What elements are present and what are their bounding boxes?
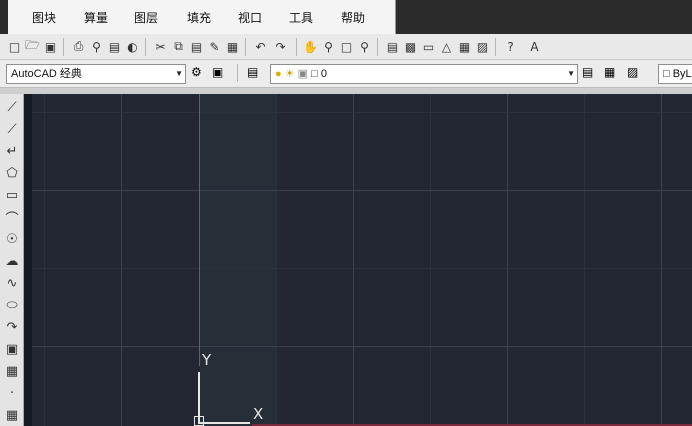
color-swatch-icon: □ — [663, 68, 670, 80]
markup-icon[interactable]: ▦ — [456, 38, 473, 55]
grid-line — [32, 346, 692, 347]
block-editor-icon[interactable]: ▦ — [224, 38, 241, 55]
ellipse-icon[interactable]: ⬭ — [3, 296, 21, 314]
properties-icon[interactable]: ▤ — [384, 38, 401, 55]
color-swatch-icon: □ — [311, 68, 318, 80]
pan-icon[interactable]: ✋ — [302, 38, 319, 55]
calculator-icon[interactable]: ▨ — [474, 38, 491, 55]
sun-icon: ☀ — [284, 68, 295, 80]
design-center-icon[interactable]: ▩ — [402, 38, 419, 55]
rectangle-icon[interactable]: ▭ — [3, 186, 21, 204]
polygon-icon[interactable]: ⬠ — [3, 164, 21, 182]
grid-line — [661, 94, 662, 426]
polyline-icon[interactable]: ↵ — [3, 142, 21, 160]
layers-toolbar: AutoCAD 经典 ▼ ⚙ ▣ ▤ ● ☀ ▣ □ 0 ▼ ▤ ▦ ▨ □ B… — [0, 60, 692, 88]
new-file-icon[interactable]: □ — [6, 38, 23, 55]
help-icon[interactable]: ? — [502, 38, 519, 55]
grid-line — [584, 94, 585, 426]
chevron-down-icon: ▼ — [567, 69, 575, 78]
menu-item-tools[interactable]: 工具 — [289, 9, 313, 26]
canvas-border — [24, 94, 32, 426]
toolbar-separator — [495, 38, 496, 56]
color-value: ByL — [672, 68, 692, 80]
standard-toolbar: □ 🗁 ▣ ⎙ ⚲ ▤ ◐ ✂ ⧉ ▤ ✎ ▦ ↶ ↷ ✋ ⚲ □ ⚲ ▤ ▩ … — [0, 34, 692, 60]
menu-item-quantity[interactable]: 算量 — [84, 9, 108, 26]
workspace-save-icon[interactable]: ▣ — [212, 65, 223, 79]
draw-toolbar: ⟋ ⟋ ↵ ⬠ ▭ ⌒ ☉ ☁ ∿ ⬭ ↷ ▣ ▦ · ▦ — [0, 94, 24, 426]
toolbar-separator — [245, 38, 246, 56]
text-style-icon[interactable]: A — [526, 38, 543, 55]
copy-icon[interactable]: ⧉ — [170, 38, 187, 55]
lightbulb-icon: ● — [275, 68, 282, 80]
menu-panel: 图块 算量 图层 填充 视口 工具 帮助 — [8, 0, 396, 34]
layer-properties-icon[interactable]: ▤ — [247, 65, 258, 79]
3d-print-icon[interactable]: ◐ — [124, 38, 141, 55]
make-block-icon[interactable]: ▦ — [3, 362, 21, 380]
zoom-realtime-icon[interactable]: ⚲ — [320, 38, 337, 55]
sheet-set-icon[interactable]: △ — [438, 38, 455, 55]
menu-item-viewport[interactable]: 视口 — [238, 9, 262, 26]
tool-palettes-icon[interactable]: ▭ — [420, 38, 437, 55]
layer-name: 0 — [320, 68, 327, 80]
toolbar-separator — [296, 38, 297, 56]
undo-icon[interactable]: ↶ — [252, 38, 269, 55]
ucs-x-axis — [198, 422, 250, 424]
ellipse-arc-icon[interactable]: ↷ — [3, 318, 21, 336]
line-icon[interactable]: ⟋ — [3, 98, 21, 116]
zoom-window-icon[interactable]: □ — [338, 38, 355, 55]
publish-icon[interactable]: ▤ — [106, 38, 123, 55]
grid-line — [507, 94, 508, 426]
layer-dropdown[interactable]: ● ☀ ▣ □ 0 ▼ — [270, 64, 578, 84]
color-dropdown[interactable]: □ ByL — [658, 64, 692, 84]
circle-icon[interactable]: ☉ — [3, 230, 21, 248]
menu-item-block[interactable]: 图块 — [32, 9, 56, 26]
ucs-y-label: Y — [202, 351, 212, 369]
insert-block-icon[interactable]: ▣ — [3, 340, 21, 358]
arc-icon[interactable]: ⌒ — [3, 208, 21, 227]
grid-line — [32, 112, 692, 113]
plot-preview-icon[interactable]: ⚲ — [88, 38, 105, 55]
layer-state-icon[interactable]: ▨ — [627, 65, 638, 79]
grid-line — [121, 94, 122, 426]
grid-line — [32, 190, 692, 191]
grid-line — [430, 94, 431, 426]
grid-line — [276, 94, 277, 426]
ucs-origin-icon — [194, 416, 204, 426]
toolbar-separator — [237, 64, 238, 82]
menu-item-hatch[interactable]: 填充 — [187, 9, 211, 26]
hatch-icon[interactable]: ▦ — [3, 406, 21, 424]
spline-icon[interactable]: ∿ — [3, 274, 21, 292]
cut-icon[interactable]: ✂ — [152, 38, 169, 55]
paste-icon[interactable]: ▤ — [188, 38, 205, 55]
print-icon[interactable]: ⎙ — [70, 38, 87, 55]
toolbar-separator — [63, 38, 64, 56]
y-axis-line — [199, 94, 200, 366]
zoom-previous-icon[interactable]: ⚲ — [356, 38, 373, 55]
chevron-down-icon: ▼ — [175, 69, 183, 78]
lock-icon: ▣ — [297, 68, 309, 80]
layer-previous-icon[interactable]: ▦ — [604, 65, 615, 79]
grid-line — [32, 268, 692, 269]
grid-line — [44, 94, 45, 426]
grid-line — [353, 94, 354, 426]
construction-line-icon[interactable]: ⟋ — [3, 120, 21, 138]
menu-bar: 图块 算量 图层 填充 视口 工具 帮助 — [0, 0, 692, 34]
redo-icon[interactable]: ↷ — [272, 38, 289, 55]
menu-item-help[interactable]: 帮助 — [341, 9, 365, 26]
match-properties-icon[interactable]: ✎ — [206, 38, 223, 55]
open-file-icon[interactable]: 🗁 — [24, 38, 41, 55]
workspace-dropdown-value: AutoCAD 经典 — [11, 68, 82, 80]
ucs-x-label: X — [253, 405, 264, 423]
revision-cloud-icon[interactable]: ☁ — [3, 252, 21, 270]
point-icon[interactable]: · — [3, 384, 21, 402]
workspace-dropdown[interactable]: AutoCAD 经典 ▼ — [6, 64, 186, 84]
toolbar-separator — [145, 38, 146, 56]
workspace-settings-icon[interactable]: ⚙ — [191, 65, 202, 79]
menu-item-layer[interactable]: 图层 — [134, 9, 158, 26]
toolbar-separator — [377, 38, 378, 56]
make-current-layer-icon[interactable]: ▤ — [582, 65, 593, 79]
save-icon[interactable]: ▣ — [42, 38, 59, 55]
drawing-canvas[interactable]: Y X — [32, 94, 692, 426]
canvas-shade — [200, 94, 276, 426]
